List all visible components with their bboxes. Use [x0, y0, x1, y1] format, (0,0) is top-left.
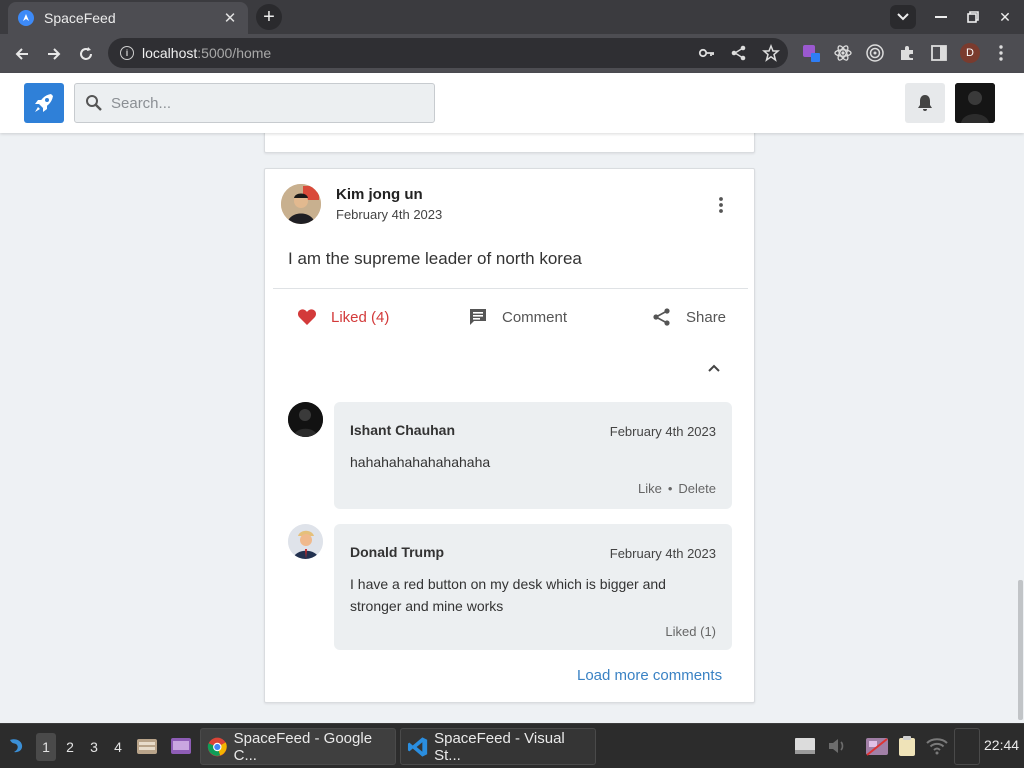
comment-author-name[interactable]: Ishant Chauhan: [350, 422, 455, 438]
workspace-2[interactable]: 2: [60, 733, 80, 761]
start-menu-icon[interactable]: [4, 733, 30, 759]
share-page-icon[interactable]: [730, 44, 748, 67]
chevron-up-icon: [708, 364, 720, 372]
comment-date: February 4th 2023: [609, 546, 716, 561]
bell-icon: [918, 95, 932, 111]
tray-empty-slot[interactable]: [954, 728, 980, 765]
comment-bubble: Donald Trump February 4th 2023 I have a …: [334, 524, 732, 650]
url-host: localhost: [142, 45, 198, 61]
post-author-name[interactable]: Kim jong un: [336, 186, 423, 203]
comment-delete-button[interactable]: Delete: [678, 481, 716, 496]
comment-like-button[interactable]: Like: [638, 481, 662, 496]
separator-dot: •: [667, 481, 673, 496]
reload-button[interactable]: [74, 42, 98, 66]
close-window-button[interactable]: ✕: [994, 6, 1016, 28]
comment-liked-button[interactable]: Liked (1): [665, 624, 716, 639]
new-tab-button[interactable]: +: [256, 4, 282, 30]
workspace-4[interactable]: 4: [108, 733, 128, 761]
comment-item: Donald Trump February 4th 2023 I have a …: [288, 524, 732, 650]
comment-item: Ishant Chauhan February 4th 2023 hahahah…: [288, 402, 732, 509]
comment-text: I have a red button on my desk which is …: [350, 576, 666, 614]
comment-author-avatar[interactable]: [288, 402, 323, 437]
workspace-1[interactable]: 1: [36, 733, 56, 761]
like-button[interactable]: Liked (4): [297, 304, 389, 330]
browser-tab[interactable]: SpaceFeed ✕: [8, 2, 248, 34]
system-clock: 22:44: [984, 737, 1020, 753]
workspace-3[interactable]: 3: [84, 733, 104, 761]
load-more-comments-link[interactable]: Load more comments: [577, 667, 722, 684]
user-avatar[interactable]: [955, 83, 995, 123]
heart-icon: [297, 309, 317, 325]
file-manager-icon[interactable]: [134, 733, 160, 759]
comment-date: February 4th 2023: [609, 424, 716, 439]
clipboard-icon[interactable]: [894, 733, 920, 759]
spacefeed-favicon: [18, 10, 34, 26]
taskbar-vscode-window[interactable]: SpaceFeed - Visual St...: [400, 728, 596, 765]
react-devtools-icon[interactable]: [832, 42, 854, 64]
comment-label: Comment: [502, 308, 568, 326]
page-scrollbar[interactable]: [1016, 133, 1024, 723]
post-date: February 4th 2023: [336, 207, 443, 222]
comment-author-avatar[interactable]: [288, 524, 323, 559]
post-card: Kim jong un February 4th 2023 I am the s…: [264, 168, 755, 703]
browser-toolbar: i localhost:5000/home D: [0, 34, 1024, 73]
comment-actions: Like • Delete: [638, 481, 716, 496]
desktop-taskbar: 1 2 3 4 SpaceFeed - Google C... SpaceFee…: [0, 723, 1024, 768]
spacefeed-logo-button[interactable]: [24, 83, 64, 123]
address-bar[interactable]: i localhost:5000/home: [108, 38, 788, 68]
taskbar-vscode-label: SpaceFeed - Visual St...: [434, 729, 565, 764]
rocket-icon: [35, 94, 53, 112]
comment-bubble: Ishant Chauhan February 4th 2023 hahahah…: [334, 402, 732, 509]
comment-text: hahahahahahahahaha: [350, 454, 491, 470]
tab-search-button[interactable]: [890, 5, 916, 29]
scrollbar-thumb[interactable]: [1018, 580, 1023, 720]
tab-title: SpaceFeed: [44, 10, 116, 26]
extension-icon[interactable]: [800, 42, 822, 64]
volume-icon[interactable]: [824, 733, 850, 759]
chrome-icon: [207, 737, 227, 756]
post-options-button[interactable]: [711, 195, 731, 215]
extensions-puzzle-icon[interactable]: [896, 42, 918, 64]
vscode-icon: [407, 736, 428, 757]
side-panel-icon[interactable]: [928, 42, 950, 64]
close-tab-icon[interactable]: ✕: [222, 9, 238, 27]
media-app-icon[interactable]: [168, 733, 194, 759]
bookmark-star-icon[interactable]: [762, 43, 780, 67]
taskbar-chrome-label: SpaceFeed - Google C...: [233, 729, 373, 764]
comment-actions: Liked (1): [665, 624, 716, 639]
browser-tabstrip: SpaceFeed ✕ + ✕: [0, 0, 1024, 34]
comment-author-name[interactable]: Donald Trump: [350, 544, 444, 560]
comment-icon: [470, 309, 486, 325]
more-vert-icon: [719, 197, 723, 213]
like-label: Liked (4): [331, 308, 390, 326]
notifications-button[interactable]: [905, 83, 945, 123]
share-label: Share: [686, 308, 727, 326]
browser-menu-icon[interactable]: [990, 42, 1012, 64]
search-input[interactable]: [111, 94, 411, 112]
screenshot-tool-icon[interactable]: [864, 733, 890, 759]
minimize-button[interactable]: [930, 6, 952, 28]
post-author-avatar[interactable]: [281, 184, 321, 224]
share-button[interactable]: Share: [652, 304, 726, 330]
app-header: [0, 73, 1024, 133]
target-extension-icon[interactable]: [864, 42, 886, 64]
search-bar[interactable]: [74, 83, 435, 123]
profile-avatar[interactable]: D: [960, 43, 980, 63]
restore-button[interactable]: [962, 6, 984, 28]
back-button[interactable]: [10, 42, 34, 66]
search-icon: [86, 95, 102, 111]
taskbar-chrome-window[interactable]: SpaceFeed - Google C...: [200, 728, 396, 765]
url-path: :5000/home: [197, 45, 272, 61]
wifi-icon[interactable]: [924, 733, 950, 759]
site-info-icon[interactable]: i: [120, 46, 134, 60]
post-body: I am the supreme leader of north korea: [288, 249, 582, 268]
divider: [273, 288, 748, 289]
comment-button[interactable]: Comment: [468, 304, 567, 330]
share-icon: [653, 308, 670, 326]
collapse-comments-button[interactable]: [705, 359, 723, 377]
key-icon[interactable]: [698, 44, 716, 67]
forward-button[interactable]: [42, 42, 66, 66]
removable-drive-icon[interactable]: [792, 733, 818, 759]
